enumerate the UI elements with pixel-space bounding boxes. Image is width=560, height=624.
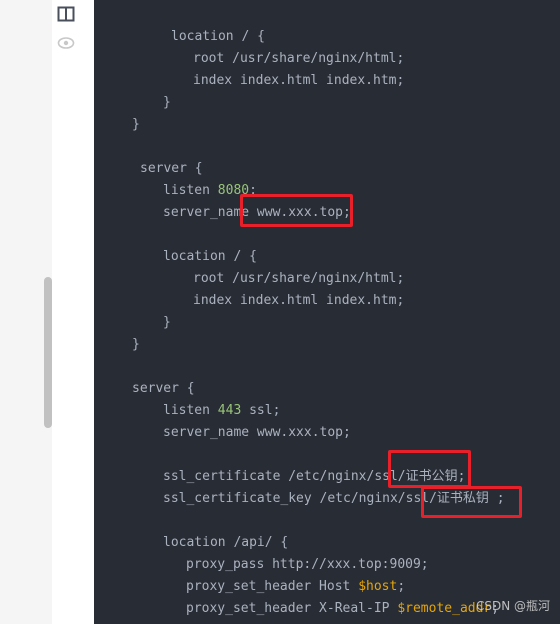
code-text: } — [163, 95, 171, 110]
code-line: } — [132, 334, 140, 356]
code-text: proxy_set_header X-Real-IP — [186, 601, 398, 616]
code-line: proxy_pass http://xxx.top:9009; — [186, 554, 429, 576]
code-line: location /api/ { — [163, 532, 288, 554]
code-text: location / { — [171, 29, 265, 44]
code-line: index index.html index.htm; — [193, 70, 404, 92]
code-line: server_name www.xxx.top; — [163, 422, 351, 444]
var-token: $host — [358, 579, 398, 594]
code-text: proxy_set_header Host — [186, 579, 359, 594]
code-text: root /usr/share/nginx/html; — [193, 271, 405, 286]
editor-toolbar — [52, 0, 94, 624]
code-text: listen — [163, 403, 218, 418]
code-text: listen — [163, 183, 218, 198]
highlight-box-public-key — [388, 450, 471, 488]
code-text: server { — [140, 161, 203, 176]
code-text: server { — [132, 381, 195, 396]
code-text: ; — [397, 579, 406, 594]
num-token: 443 — [217, 403, 242, 418]
code-line: } — [163, 92, 171, 114]
scrollbar-thumb[interactable] — [44, 277, 52, 428]
code-line: server { — [132, 378, 195, 400]
code-text: } — [132, 117, 140, 132]
preview-eye-icon[interactable] — [57, 34, 75, 52]
code-text: server_name www.xxx.top; — [163, 425, 351, 440]
code-line: } — [132, 114, 140, 136]
code-text: location / { — [163, 249, 257, 264]
code-line: proxy_set_header X-Real-IP $remote_addr; — [186, 598, 499, 620]
code-text: index index.html index.htm; — [193, 73, 405, 88]
highlight-box-private-key — [421, 486, 522, 518]
split-view-icon[interactable] — [57, 5, 75, 23]
code-text: proxy_pass http://xxx.top:9009; — [186, 557, 429, 572]
code-text: location /api/ { — [163, 535, 289, 550]
watermark: CSDN @瓶河 — [476, 599, 551, 613]
code-text: } — [163, 315, 171, 330]
highlight-box-server-name — [240, 194, 353, 227]
code-block[interactable]: location / { root /usr/share/nginx/html; i… — [94, 0, 560, 624]
code-line: listen 443 ssl; — [163, 400, 280, 422]
code-line: root /usr/share/nginx/html; — [193, 48, 404, 70]
code-line: server { — [140, 158, 203, 180]
code-text: } — [132, 337, 140, 352]
code-line: proxy_set_header Host $host; — [186, 576, 405, 598]
code-line: } — [163, 312, 171, 334]
code-text: index index.html index.htm; — [193, 293, 405, 308]
left-pane — [0, 0, 52, 624]
code-line: index index.html index.htm; — [193, 290, 404, 312]
code-line: location / { — [163, 246, 257, 268]
code-line: root /usr/share/nginx/html; — [193, 268, 404, 290]
code-line: location / { — [171, 26, 265, 48]
code-text: root /usr/share/nginx/html; — [193, 51, 405, 66]
code-text: ssl; — [241, 403, 281, 418]
